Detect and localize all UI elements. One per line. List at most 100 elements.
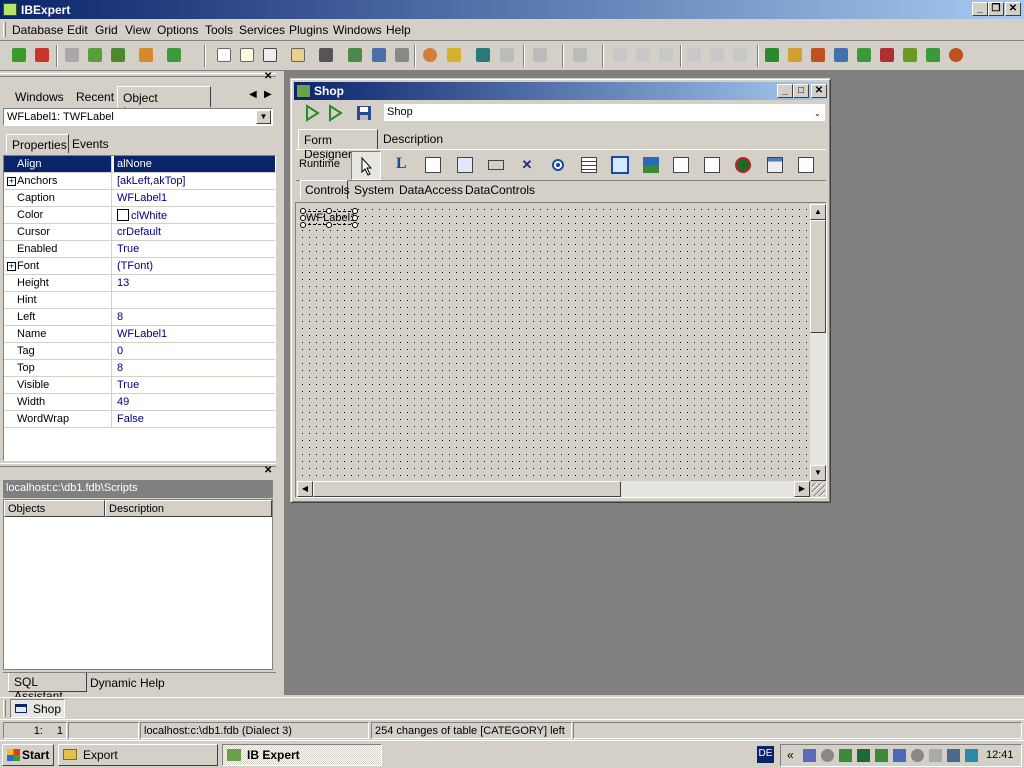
property-value[interactable]: True xyxy=(114,241,139,257)
form-design-canvas[interactable] xyxy=(297,204,810,479)
expand-icon[interactable]: + xyxy=(7,177,16,186)
spin-tool-icon[interactable] xyxy=(700,153,724,177)
cut-icon[interactable] xyxy=(610,45,630,65)
listbox-tool-icon[interactable] xyxy=(577,153,601,177)
tab-object-inspector[interactable]: Object Inspector xyxy=(117,86,211,119)
property-value[interactable]: 0 xyxy=(114,343,123,359)
database-properties-icon[interactable] xyxy=(136,45,156,65)
tray-monitor-icon[interactable] xyxy=(857,749,870,762)
scroll-right-icon[interactable]: ▶ xyxy=(794,481,810,497)
tab-scroll-left-icon[interactable]: ◀ xyxy=(249,89,257,100)
horizontal-scroll-thumb[interactable] xyxy=(313,481,621,497)
property-value[interactable] xyxy=(114,292,117,308)
property-row[interactable]: Cursor crDefault xyxy=(4,224,275,241)
taskbar-item-ibexpert[interactable]: IB Expert xyxy=(222,744,382,766)
disconnect-icon[interactable] xyxy=(108,45,128,65)
tab-windows[interactable]: Windows xyxy=(15,90,64,104)
property-value[interactable]: alNone xyxy=(114,156,275,172)
book-icon[interactable] xyxy=(473,45,493,65)
tab-description[interactable]: Description xyxy=(383,132,443,146)
reconnect-icon[interactable] xyxy=(85,45,105,65)
connect-icon[interactable] xyxy=(62,45,82,65)
new-domain-icon[interactable] xyxy=(900,45,920,65)
close-button[interactable]: ✕ xyxy=(1005,2,1021,16)
tray-app-icon[interactable] xyxy=(965,749,978,762)
panel-tool-icon[interactable] xyxy=(608,153,632,177)
window-tool-icon[interactable] xyxy=(763,153,787,177)
property-row[interactable]: Name WFLabel1 xyxy=(4,326,275,343)
report-tool-icon[interactable] xyxy=(794,153,818,177)
resize-handle[interactable] xyxy=(352,208,358,214)
run-icon[interactable] xyxy=(302,103,322,123)
globe-tool-icon[interactable] xyxy=(731,153,755,177)
sql-editor-icon[interactable] xyxy=(316,45,336,65)
image-tool-icon[interactable] xyxy=(639,153,663,177)
property-row[interactable]: Height 13 xyxy=(4,275,275,292)
menu-services[interactable]: Services xyxy=(239,23,285,37)
new-generator-icon[interactable] xyxy=(854,45,874,65)
close-panel-icon[interactable]: ✕ xyxy=(264,71,272,82)
chevron-down-icon[interactable]: ▼ xyxy=(256,110,271,124)
button-tool-icon[interactable] xyxy=(484,153,508,177)
menu-grid[interactable]: Grid xyxy=(95,23,118,37)
resize-handle[interactable] xyxy=(300,222,306,228)
transfer-icon[interactable] xyxy=(369,45,389,65)
tab-dynamic-help[interactable]: Dynamic Help xyxy=(90,676,165,690)
property-row[interactable]: Tag 0 xyxy=(4,343,275,360)
tab-sql-assistant[interactable]: SQL Assistant xyxy=(8,673,87,703)
scripts-list[interactable]: Objects Description xyxy=(3,499,273,670)
users-icon[interactable] xyxy=(420,45,440,65)
find-icon[interactable] xyxy=(684,45,704,65)
edit-document-icon[interactable] xyxy=(237,45,257,65)
property-row[interactable]: Visible True xyxy=(4,377,275,394)
property-row[interactable]: Color clWhite xyxy=(4,207,275,224)
script-icon[interactable] xyxy=(288,45,308,65)
new-trigger-icon[interactable] xyxy=(831,45,851,65)
property-row[interactable]: Top 8 xyxy=(4,360,275,377)
window-tab-shop[interactable]: Shop xyxy=(10,699,65,718)
property-row[interactable]: Left 8 xyxy=(4,309,275,326)
property-value[interactable]: True xyxy=(114,377,139,393)
menu-view[interactable]: View xyxy=(125,23,151,37)
stamp-icon[interactable] xyxy=(497,45,517,65)
extract-metadata-icon[interactable] xyxy=(345,45,365,65)
taskbar-item-export[interactable]: Export xyxy=(58,744,218,766)
property-row[interactable]: WordWrap False xyxy=(4,411,275,428)
new-exception-icon[interactable] xyxy=(877,45,897,65)
tab-system[interactable]: System xyxy=(354,183,394,197)
resize-handle[interactable] xyxy=(352,215,358,221)
restore-button[interactable]: ❐ xyxy=(988,2,1004,16)
size-grip-icon[interactable] xyxy=(812,483,825,496)
tray-expand-icon[interactable]: « xyxy=(787,748,794,762)
property-row[interactable]: Caption WFLabel1 xyxy=(4,190,275,207)
property-row[interactable]: Anchors [akLeft,akTop] + xyxy=(4,173,275,190)
new-procedure-icon[interactable] xyxy=(808,45,828,65)
menu-tools[interactable]: Tools xyxy=(205,23,233,37)
menu-help[interactable]: Help xyxy=(386,23,411,37)
property-value[interactable]: clWhite xyxy=(114,207,167,223)
copy-icon[interactable] xyxy=(633,45,653,65)
property-value[interactable]: 13 xyxy=(114,275,129,291)
tray-tools-icon[interactable] xyxy=(929,749,942,762)
shop-close-button[interactable]: ✕ xyxy=(811,84,827,98)
column-header-objects[interactable]: Objects xyxy=(4,500,105,517)
find-next-icon[interactable] xyxy=(707,45,727,65)
radio-tool-icon[interactable] xyxy=(546,153,570,177)
tab-dataaccess[interactable]: DataAccess xyxy=(399,183,463,197)
label-tool-icon[interactable]: L xyxy=(390,153,414,177)
property-value[interactable]: WFLabel1 xyxy=(114,190,167,206)
tray-computer-icon[interactable] xyxy=(947,749,960,762)
tray-gear-icon[interactable] xyxy=(821,749,834,762)
form-name-field[interactable]: Shop xyxy=(383,103,826,122)
resize-handle[interactable] xyxy=(352,222,358,228)
property-value[interactable]: 8 xyxy=(114,309,123,325)
property-value[interactable]: WFLabel1 xyxy=(114,326,167,342)
tab-form-designer[interactable]: Form Designer xyxy=(298,129,378,161)
paste-icon[interactable] xyxy=(656,45,676,65)
new-udf-icon[interactable] xyxy=(923,45,943,65)
shop-minimize-button[interactable]: _ xyxy=(777,84,793,98)
property-value[interactable]: 49 xyxy=(114,394,129,410)
new-document-icon[interactable] xyxy=(214,45,234,65)
scroll-left-icon[interactable]: ◀ xyxy=(297,481,313,497)
menu-edit[interactable]: Edit xyxy=(67,23,88,37)
